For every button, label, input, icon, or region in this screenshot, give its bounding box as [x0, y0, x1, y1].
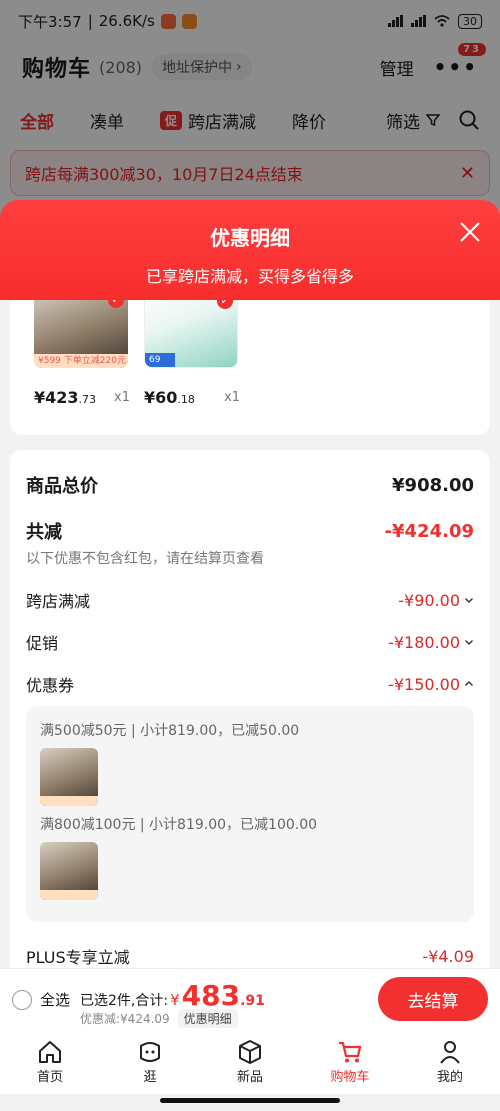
product-price: ¥60.18: [144, 388, 195, 407]
reduction-note: 以下优惠不包含红包，请在结算页查看: [26, 551, 264, 567]
product-image: ✓ 69: [144, 300, 238, 368]
reduction-note-row: 以下优惠不包含红包，请在结算页查看: [26, 548, 474, 568]
product-promo-strip: ¥599 下单立减220元: [34, 354, 128, 368]
cart-icon: [339, 1041, 362, 1063]
sheet-subtitle: 已享跨店满减，买得多省得多: [145, 267, 354, 286]
discount-line-value: -¥180.00: [388, 632, 460, 652]
bottom-tab-bar: 首页 逛 新品 购物车 我的: [0, 1030, 500, 1094]
total-price-label: 商品总价: [26, 476, 98, 497]
coupon-line: 满500减50元 | 小计819.00，已减50.00: [40, 723, 300, 739]
selected-products-card: ✓ ¥599 下单立减220元 ✓ 69 ¥423.73 x1 ¥60.18 x…: [10, 300, 490, 435]
savings-line: 优惠减:¥424.09 优惠明细: [80, 1009, 238, 1028]
coupon-product-thumb: [40, 748, 98, 806]
product-item[interactable]: ✓ 69: [144, 300, 238, 368]
discount-line-label: 跨店满减: [26, 592, 91, 611]
currency-symbol: ¥: [170, 991, 180, 1009]
home-icon: [39, 1041, 61, 1063]
product-promo-strip: 69: [145, 353, 175, 367]
face-icon: [140, 1042, 160, 1062]
user-icon: [440, 1041, 460, 1064]
plus-discount-label: PLUS专享立减: [26, 948, 130, 967]
tabbar-me[interactable]: 我的: [400, 1030, 500, 1094]
chevron-up-icon: [465, 681, 473, 686]
total-reduction-value: -¥424.09: [384, 520, 474, 542]
discount-line-promotion[interactable]: 促销 -¥180.00: [26, 630, 474, 654]
product-quantity: x1: [114, 390, 130, 405]
price-summary-card: 商品总价 ¥908.00 共减 -¥424.09 以下优惠不包含红包，请在结算页…: [10, 450, 490, 968]
coupon-line: 满800减100元 | 小计819.00，已减100.00: [40, 817, 318, 833]
radio-icon[interactable]: [12, 989, 32, 1010]
chevron-down-icon: [465, 598, 473, 603]
discount-line-value: -¥150.00: [388, 674, 460, 694]
checkout-total: 483.91: [181, 979, 265, 1012]
discount-detail-button[interactable]: 优惠明细: [177, 1009, 238, 1028]
checkout-button[interactable]: 去结算: [378, 977, 488, 1021]
product-image: ✓ ¥599 下单立减220元: [34, 300, 128, 368]
product-price: ¥423.73: [34, 388, 97, 407]
discount-sheet-body: ✓ ¥599 下单立减220元 ✓ 69 ¥423.73 x1 ¥60.18 x…: [0, 300, 500, 968]
chevron-down-icon: [465, 640, 473, 645]
checkout-bar: 全选 已选2件,合计: ¥ 483.91 优惠减:¥424.09 优惠明细 去结…: [0, 968, 500, 1030]
product-quantity: x1: [224, 390, 240, 405]
home-indicator: [160, 1098, 340, 1103]
discount-sheet-header: 优惠明细 已享跨店满减，买得多省得多: [0, 200, 500, 300]
total-reduction-label: 共减: [26, 522, 62, 543]
close-icon[interactable]: [458, 220, 482, 244]
tabbar-home[interactable]: 首页: [0, 1030, 100, 1094]
product-item[interactable]: ✓ ¥599 下单立减220元: [34, 300, 128, 368]
discount-line-label: 优惠券: [26, 676, 75, 695]
discount-line-label: 促销: [26, 634, 59, 653]
tabbar-label: 首页: [36, 1070, 63, 1085]
tabbar-browse[interactable]: 逛: [100, 1030, 200, 1094]
tabbar-label: 新品: [236, 1070, 263, 1085]
tabbar-label: 逛: [143, 1070, 157, 1085]
tabbar-new[interactable]: 新品: [200, 1030, 300, 1094]
discount-line-cross-store[interactable]: 跨店满减 -¥90.00: [26, 588, 474, 612]
selection-summary: 已选2件,合计: ¥ 483.91: [80, 979, 265, 1012]
coupon-detail-box: 满500减50元 | 小计819.00，已减50.00 满800减100元 | …: [26, 706, 474, 922]
total-reduction-row: 共减 -¥424.09: [26, 518, 474, 544]
check-icon: ✓: [217, 300, 233, 309]
tabbar-label: 我的: [436, 1070, 463, 1085]
cube-icon: [239, 1040, 261, 1064]
sheet-title: 优惠明细: [210, 226, 290, 250]
plus-discount-row: PLUS专享立减 -¥4.09: [26, 944, 474, 968]
savings-text: 优惠减:¥424.09: [80, 1012, 170, 1026]
discount-line-value: -¥90.00: [398, 590, 460, 610]
select-all[interactable]: 全选: [12, 989, 70, 1010]
check-icon: ✓: [108, 300, 124, 308]
discount-line-coupon[interactable]: 优惠券 -¥150.00: [26, 672, 474, 696]
select-all-label: 全选: [40, 991, 71, 1009]
tabbar-label: 购物车: [330, 1070, 370, 1085]
total-price-value: ¥908.00: [392, 474, 474, 496]
tabbar-cart[interactable]: 购物车: [300, 1030, 400, 1094]
plus-discount-value: -¥4.09: [422, 946, 474, 966]
coupon-product-thumb: [40, 842, 98, 900]
selected-count: 已选2件,合计:: [80, 993, 169, 1009]
total-price-row: 商品总价 ¥908.00: [26, 472, 474, 498]
